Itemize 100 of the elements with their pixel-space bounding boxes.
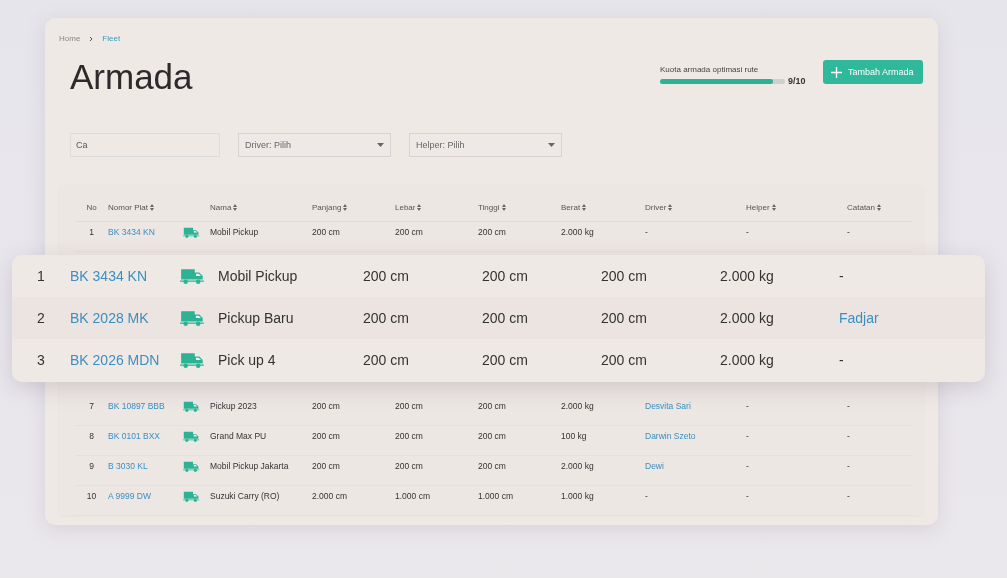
column-header[interactable]: Nomor Plat: [108, 202, 210, 212]
table-cell-text: -: [847, 227, 851, 237]
sort-icon[interactable]: [233, 203, 238, 211]
plate-link[interactable]: BK 3434 KN: [70, 268, 180, 284]
table-cell-text: 200 cm: [312, 461, 341, 471]
column-header[interactable]: Panjang: [312, 202, 395, 212]
table-cell-text: Suzuki Carry (RO): [210, 491, 281, 501]
table-cell-text: 2.000 kg: [561, 461, 595, 471]
truck-icon: [183, 430, 200, 442]
plate-link[interactable]: A 9999 DW: [108, 491, 183, 501]
table-cell-text: 200 cm: [478, 401, 507, 411]
add-fleet-button[interactable]: Tambah Armada: [823, 60, 923, 84]
table-cell-text: -: [847, 431, 851, 441]
table-cell-text: 200 cm: [363, 268, 410, 284]
column-header[interactable]: Nama: [210, 202, 312, 212]
table-cell-text: 9: [88, 461, 95, 471]
table-cell-text: 200 cm: [363, 352, 410, 368]
table-cell-text: -: [746, 461, 750, 471]
caret-icon: [548, 143, 555, 147]
plate-link[interactable]: BK 10897 BBB: [108, 401, 183, 411]
table-cell-text: -: [746, 227, 750, 237]
table-cell-text: 200 cm: [601, 352, 648, 368]
table-cell-text: Mobil Pickup: [210, 227, 260, 237]
table-cell-text: -: [839, 352, 845, 368]
filter-dropdown[interactable]: Driver: Pilih: [238, 133, 391, 157]
table-cell-text: -: [645, 491, 649, 501]
column-header[interactable]: Helper: [746, 202, 847, 212]
column-header[interactable]: Driver: [645, 202, 746, 212]
filter-dropdown[interactable]: Helper: Pilih: [409, 133, 562, 157]
plate-link[interactable]: BK 3434 KN: [108, 227, 183, 237]
truck-icon: [183, 490, 200, 502]
driver-link[interactable]: Dewi: [645, 461, 746, 471]
sort-icon[interactable]: [417, 203, 422, 211]
sort-icon[interactable]: [501, 203, 506, 211]
sort-icon[interactable]: [582, 203, 587, 211]
page-title: Armada: [70, 57, 194, 97]
driver-link[interactable]: Desvita Sari: [645, 401, 746, 411]
table-cell-text: Pickup 2023: [210, 401, 258, 411]
table-cell-text: 200 cm: [395, 431, 424, 441]
sort-icon[interactable]: [771, 203, 776, 211]
table-cell-text: 2.000 kg: [720, 268, 775, 284]
column-header[interactable]: Catatan: [847, 202, 913, 212]
column-header[interactable]: Lebar: [395, 202, 478, 212]
truck-icon: [183, 400, 200, 412]
driver-link[interactable]: Darwin Szeto: [645, 431, 746, 441]
sort-icon[interactable]: [668, 203, 673, 211]
plate-link[interactable]: B 3030 KL: [108, 461, 183, 471]
breadcrumb-link[interactable]: Fleet: [102, 34, 121, 43]
table-cell-text: 200 cm: [395, 227, 424, 237]
sort-icon[interactable]: [877, 203, 882, 211]
plate-link[interactable]: BK 2028 MK: [70, 310, 180, 326]
column-header[interactable]: Berat: [561, 202, 645, 212]
truck-icon: [180, 310, 205, 326]
table-cell-text: 2.000 kg: [720, 310, 775, 326]
plate-link[interactable]: BK 2026 MDN: [70, 352, 180, 368]
chevron-icon: [88, 35, 95, 42]
column-header: No: [85, 202, 98, 212]
table-cell-text: -: [746, 491, 750, 501]
table-cell-text: 200 cm: [478, 227, 507, 237]
search-field[interactable]: Ca: [70, 133, 220, 157]
table-cell-text: 200 cm: [312, 227, 341, 237]
table-cell-text: Grand Max PU: [210, 431, 268, 441]
table-cell-text: 200 cm: [601, 268, 648, 284]
truck-icon: [180, 268, 205, 284]
table-cell-text: 2.000 kg: [561, 227, 595, 237]
table-cell-text: 2: [36, 310, 46, 326]
table-cell-text: 200 cm: [482, 268, 529, 284]
table-cell-text: Mobil Pickup Jakarta: [210, 461, 290, 471]
table-cell-text: -: [746, 401, 750, 411]
table-cell-text: 200 cm: [478, 431, 507, 441]
quota-reading: 9/10: [788, 76, 806, 86]
table-cell-text: -: [847, 461, 851, 471]
table-cell-text: -: [847, 401, 851, 411]
table-cell-text: 3: [36, 352, 46, 368]
table-cell-text: -: [839, 268, 845, 284]
table-cell-text: 1.000 cm: [395, 491, 431, 501]
column-header[interactable]: Tinggi: [478, 202, 561, 212]
table-cell-text: 2.000 kg: [561, 401, 595, 411]
plate-link[interactable]: BK 0101 BXX: [108, 431, 183, 441]
table-cell-text: 8: [88, 431, 95, 441]
table-cell-text: 10: [85, 491, 98, 501]
sort-icon[interactable]: [150, 203, 154, 211]
table-cell-text: 1: [88, 227, 95, 237]
table-cell-text: 2.000 cm: [312, 491, 348, 501]
breadcrumb-link[interactable]: Home: [59, 34, 81, 43]
table-cell-text: 200 cm: [363, 310, 410, 326]
driver-link[interactable]: Fadjar: [839, 310, 985, 326]
table-cell-text: 1.000 kg: [561, 491, 595, 501]
table-cell-text: 200 cm: [312, 401, 341, 411]
table-cell-text: -: [645, 227, 649, 237]
table-cell-text: 1.000 cm: [478, 491, 514, 501]
quota-label: Kuota armada optimasi rute: [660, 65, 760, 74]
plus-icon: [831, 66, 842, 78]
sort-icon[interactable]: [343, 203, 348, 211]
table-cell-text: Pickup Baru: [218, 310, 295, 326]
table-cell-text: 200 cm: [312, 431, 341, 441]
table-cell-text: -: [847, 491, 851, 501]
table-cell-text: 100 kg: [561, 431, 588, 441]
table-cell-text: 200 cm: [601, 310, 648, 326]
table-cell-text: Mobil Pickup: [218, 268, 299, 284]
